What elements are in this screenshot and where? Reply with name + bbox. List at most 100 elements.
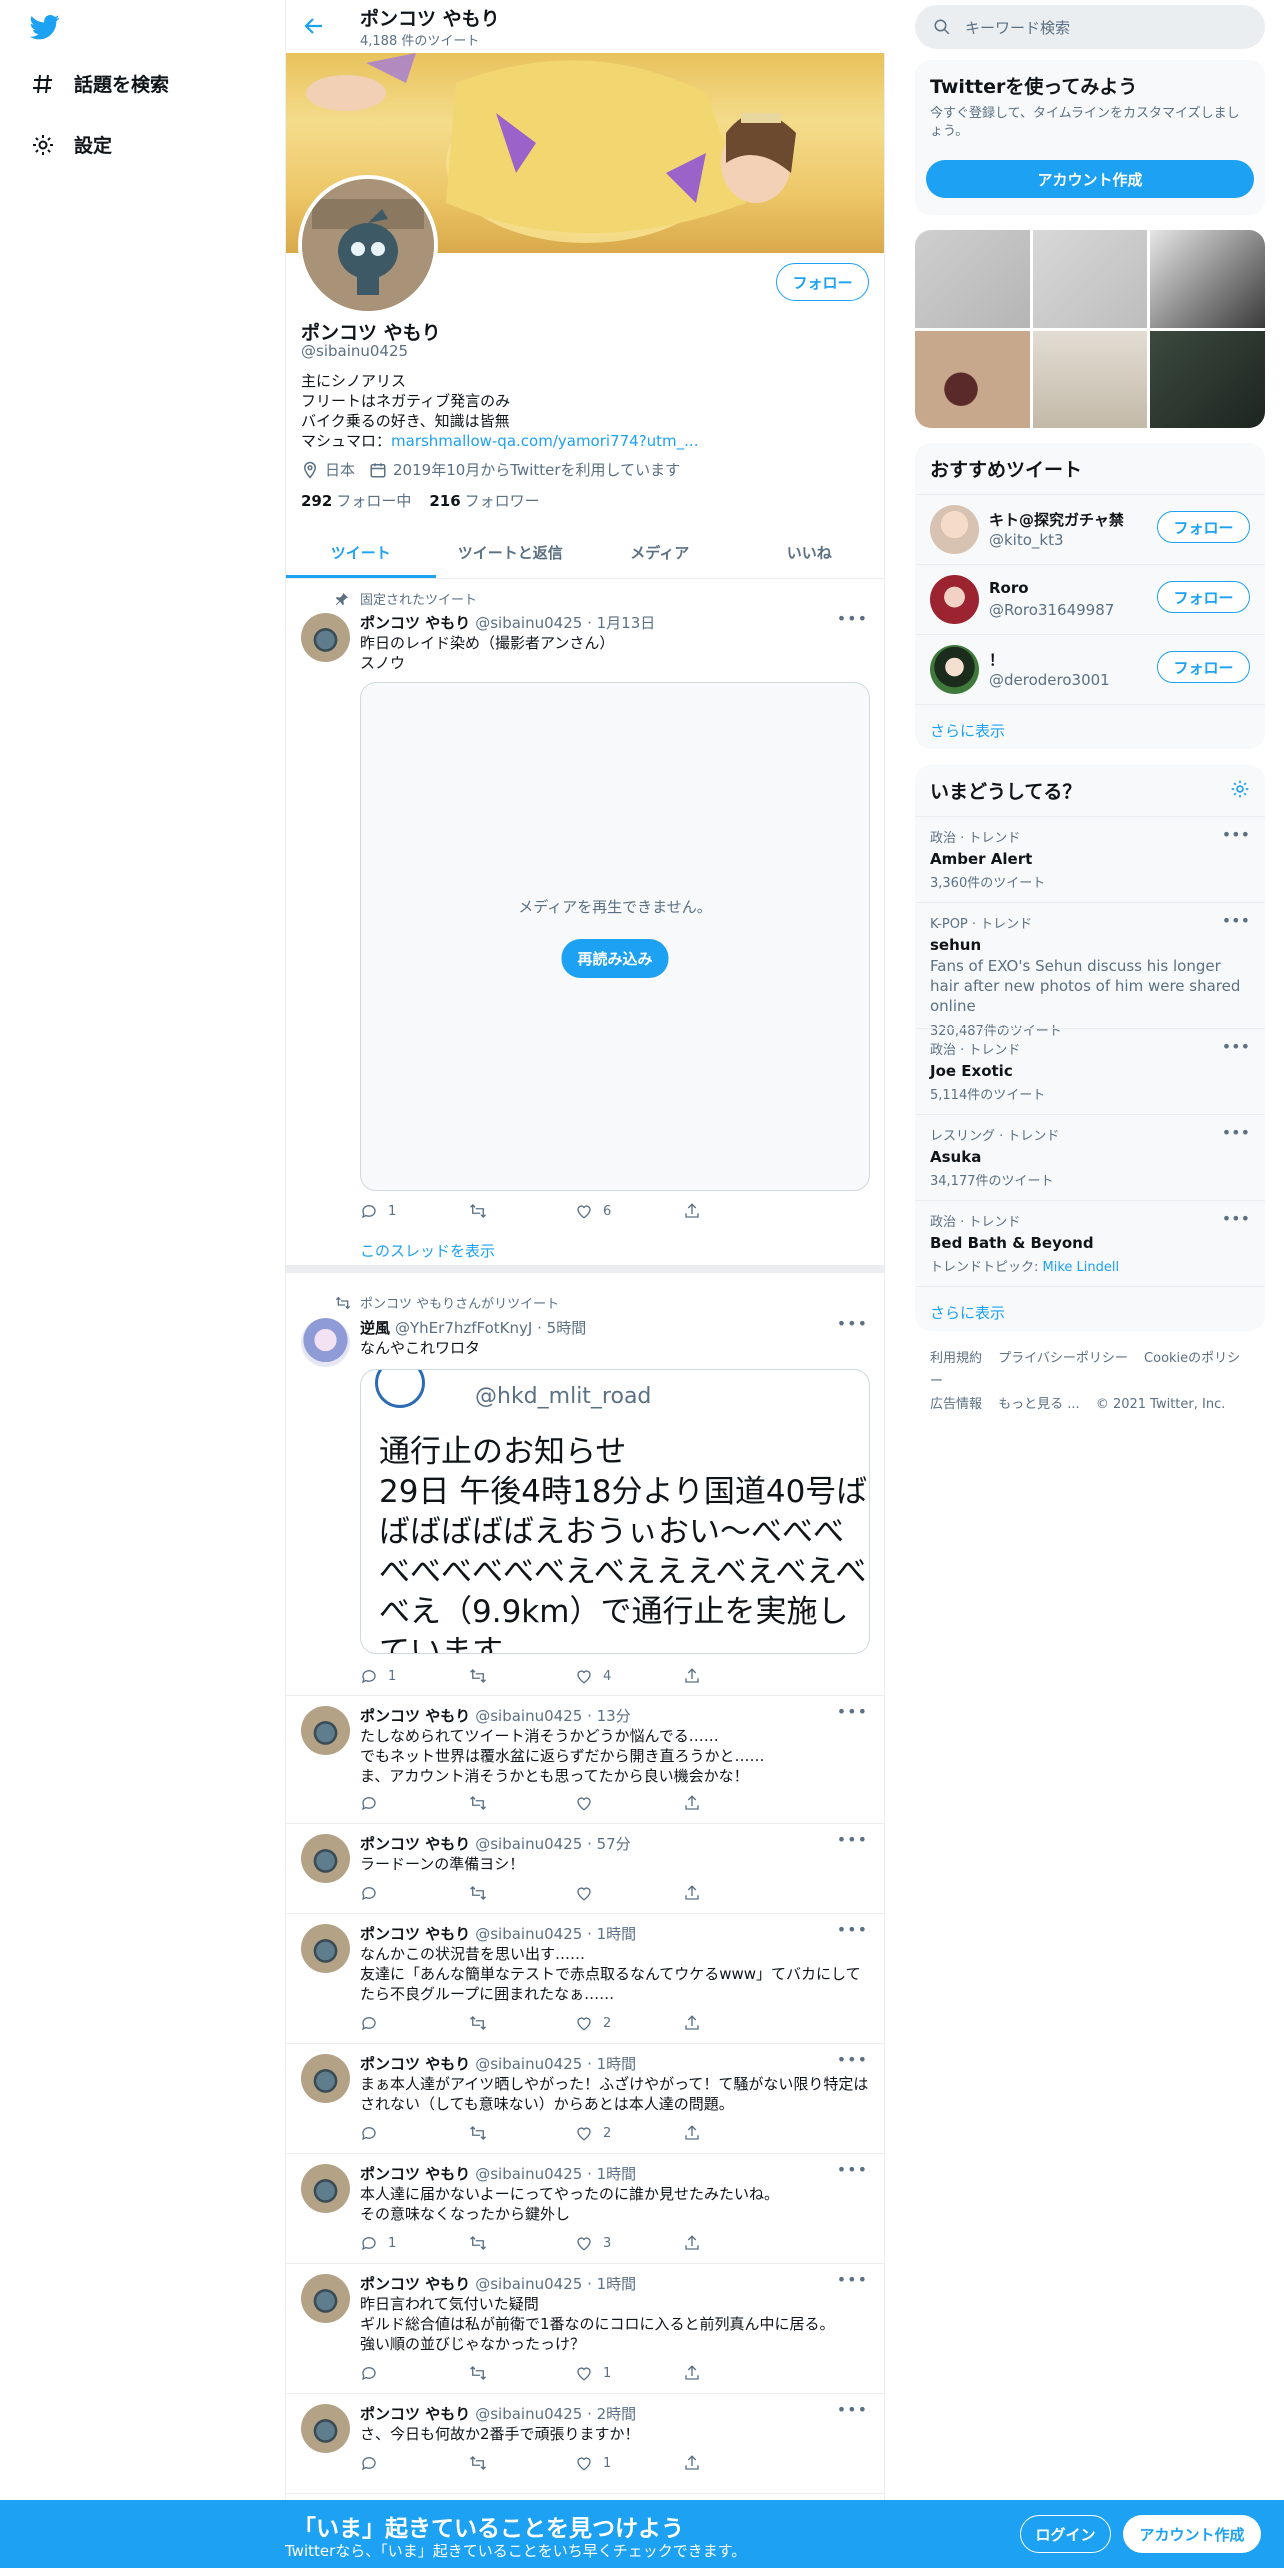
tweet-item[interactable]: ポンコツ やもりさんがリツイート 逆風 @YhEr7hzfFotKnyJ · 5… [286,1281,884,1696]
like-button[interactable] [575,1794,683,1812]
tweet-item[interactable]: ポンコツ やもり @sibainu0425 · 13分 ••• たしなめられてツイ… [286,1696,884,1824]
back-arrow-icon[interactable] [302,14,326,38]
avatar[interactable] [301,2164,350,2213]
share-button[interactable] [683,1794,791,1812]
recommend-user[interactable]: Roro @Roro31649987 フォロー [915,564,1265,634]
tweet-time[interactable]: 1時間 [597,1923,637,1944]
share-button[interactable] [683,2364,791,2382]
retweet-button[interactable] [468,1667,576,1685]
reply-button[interactable] [360,2454,468,2472]
footer-link[interactable]: プライバシーポリシー [998,1351,1128,1366]
footer-link[interactable]: 広告情報 [930,1397,982,1412]
more-icon[interactable]: ••• [837,1830,868,1849]
more-icon[interactable]: ••• [837,2270,868,2289]
share-button[interactable] [683,1884,791,1902]
reply-button[interactable]: 1 [360,1667,468,1685]
share-button[interactable] [683,2124,791,2142]
tweet-time[interactable]: 1時間 [597,2273,637,2294]
tweet-time[interactable]: 1月13日 [597,612,656,633]
tweet-item[interactable]: ポンコツ やもり @sibainu0425 · 1時間 ••• まぁ本人達がアイツ… [286,2044,884,2154]
author-name[interactable]: ポンコツ やもり [360,2163,470,2184]
follow-button[interactable]: フォロー [1157,511,1250,543]
tweet-item[interactable]: ポンコツ やもり @sibainu0425 · 1時間 ••• 本人達に届かないよ… [286,2154,884,2264]
retweet-button[interactable] [468,2234,576,2252]
bio-link[interactable]: marshmallow-qa.com/yamori774?utm_... [391,432,698,450]
trend-item[interactable]: レスリング · トレンド Asuka 34,177件のツイート ••• [915,1114,1265,1200]
share-button[interactable] [683,1202,791,1220]
reply-button[interactable]: 1 [360,1202,468,1220]
author-name[interactable]: ポンコツ やもり [360,1923,470,1944]
avatar[interactable] [301,2054,350,2103]
tab-media[interactable]: メディア [585,527,735,578]
trend-item[interactable]: 政治 · トレンド Bed Bath & Beyond トレンドトピック: Mi… [915,1200,1265,1286]
follow-button[interactable]: フォロー [776,263,869,301]
retweet-button[interactable] [468,2124,576,2142]
media-thumb[interactable] [1150,230,1265,328]
author-name[interactable]: ポンコツ やもり [360,1705,470,1726]
author-name[interactable]: ポンコツ やもり [360,2403,470,2424]
share-button[interactable] [683,1667,791,1685]
like-button[interactable]: 3 [575,2234,683,2252]
like-button[interactable]: 2 [575,2124,683,2142]
more-icon[interactable]: ••• [1222,1209,1250,1228]
avatar[interactable] [930,505,979,554]
media-player[interactable]: メディアを再生できません。 再読み込み [360,682,870,1191]
more-icon[interactable]: ••• [837,1702,868,1721]
avatar[interactable] [301,1924,350,1973]
like-button[interactable]: 1 [575,2454,683,2472]
profile-avatar[interactable] [298,175,438,315]
avatar[interactable] [301,1706,350,1755]
tweet-time[interactable]: 1時間 [597,2053,637,2074]
reply-button[interactable] [360,1884,468,1902]
like-button[interactable] [575,1884,683,1902]
tweet-item[interactable]: ポンコツ やもり @sibainu0425 · 57分 ••• ラードーンの準備ヨ… [286,1824,884,1914]
retweet-button[interactable] [468,2014,576,2032]
more-icon[interactable]: ••• [837,609,868,628]
tweet-image[interactable]: @hkd_mlit_road 通行止のお知らせ 29日 午後4時18分より国道4… [360,1369,870,1654]
nav-settings[interactable]: 設定 [30,131,112,158]
more-icon[interactable]: ••• [837,1920,868,1939]
recommend-user[interactable]: キト@探究ガチャ禁 @kito_kt3 フォロー [915,494,1265,564]
media-thumb[interactable] [915,230,1030,328]
retweet-button[interactable] [468,1794,576,1812]
share-button[interactable] [683,2014,791,2032]
like-button[interactable]: 4 [575,1667,683,1685]
recommend-user[interactable]: ！ @derodero3001 フォロー [915,634,1265,704]
author-name[interactable]: ポンコツ やもり [360,612,470,633]
avatar[interactable] [301,613,350,662]
tweet-item[interactable]: ポンコツ やもり @sibainu0425 · 2時間 ••• さ、今日も何故か2… [286,2394,884,2494]
reload-button[interactable]: 再読み込み [561,939,669,978]
tab-tweets-replies[interactable]: ツイートと返信 [436,527,586,578]
reply-button[interactable] [360,2364,468,2382]
nav-explore[interactable]: 話題を検索 [30,70,169,97]
like-button[interactable]: 2 [575,2014,683,2032]
media-thumb[interactable] [1032,330,1148,428]
show-thread-link[interactable]: このスレッドを表示 [360,1240,495,1261]
avatar[interactable] [301,2274,350,2323]
trends-more-link[interactable]: さらに表示 [915,1286,1265,1331]
more-icon[interactable]: ••• [1222,825,1250,844]
tweet-item[interactable]: ポンコツ やもり @sibainu0425 · 1時間 ••• 昨日言われて気付い… [286,2264,884,2394]
followers-link[interactable]: 216 フォロワー [429,490,539,511]
media-thumb[interactable] [1032,230,1148,328]
footer-link[interactable]: 利用規約 [930,1351,982,1366]
footer-link[interactable]: もっと見る ... [998,1397,1080,1412]
author-name[interactable]: ポンコツ やもり [360,2053,470,2074]
reply-button[interactable] [360,1794,468,1812]
more-icon[interactable]: ••• [837,2400,868,2419]
share-button[interactable] [683,2234,791,2252]
author-name[interactable]: 逆風 [360,1317,390,1338]
more-icon[interactable]: ••• [837,2160,868,2179]
more-icon[interactable]: ••• [1222,1037,1250,1056]
tweet-time[interactable]: 2時間 [597,2403,637,2424]
settings-icon[interactable] [1230,779,1250,799]
search-input[interactable]: キーワード検索 [915,5,1265,49]
signup-button[interactable]: アカウント作成 [926,160,1254,198]
more-icon[interactable]: ••• [1222,911,1250,930]
retweet-button[interactable] [468,2364,576,2382]
tab-tweets[interactable]: ツイート [286,527,436,578]
media-thumb[interactable] [1150,330,1265,428]
avatar[interactable] [930,575,979,624]
avatar[interactable] [301,2404,350,2453]
avatar[interactable] [301,1834,350,1883]
